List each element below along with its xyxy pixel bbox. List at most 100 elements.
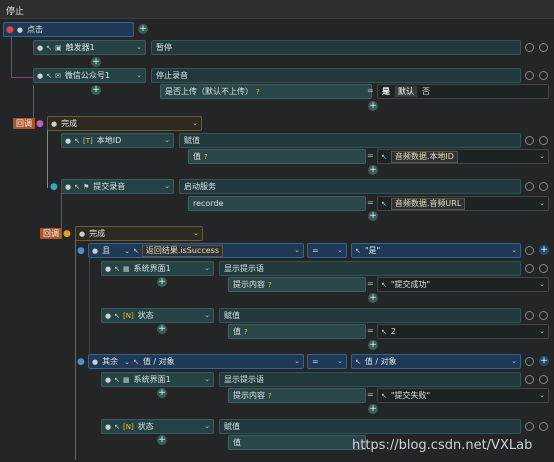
toggle-icon[interactable] bbox=[525, 246, 534, 255]
chevron-down-icon[interactable]: ⌄ bbox=[204, 311, 210, 319]
add-event-button[interactable]: + bbox=[138, 24, 148, 34]
wechat1-label: 微信公众号1 bbox=[64, 71, 110, 80]
assign2-action[interactable]: 赋值 bbox=[219, 308, 521, 323]
toggle-icon[interactable] bbox=[525, 182, 534, 191]
done2-node[interactable]: ● 完成 ⌄ bbox=[75, 226, 203, 241]
option-default[interactable]: 默认 bbox=[395, 86, 417, 97]
assign-action[interactable]: 赋值 bbox=[179, 133, 521, 148]
add-button[interactable]: + bbox=[157, 277, 167, 287]
toggle-icon[interactable] bbox=[539, 136, 548, 145]
toggle-icon[interactable] bbox=[525, 311, 534, 320]
trigger1-action[interactable]: 暂停 bbox=[151, 40, 521, 55]
recorde-input[interactable]: ↖ 音频数据.音频URL ⌄ bbox=[377, 196, 549, 211]
else-value-input[interactable]: ↖ 值 / 对象 ⌄ bbox=[351, 354, 521, 369]
wechat1-node[interactable]: ● ↖ ✉ 微信公众号1 ⌄ bbox=[33, 68, 146, 83]
add-button[interactable]: + bbox=[157, 388, 167, 398]
submit-record-label: 提交录音 bbox=[93, 182, 126, 191]
add-button[interactable]: + bbox=[157, 435, 167, 445]
assign3-action[interactable]: 赋值 bbox=[219, 419, 521, 434]
status-node[interactable]: ● ↖ [N] 状态 ⌄ bbox=[101, 308, 214, 323]
value-input[interactable]: ↖ 音频数据.本地ID ⌄ bbox=[377, 149, 549, 164]
toggle-icon[interactable] bbox=[539, 182, 548, 191]
tip-fail-input[interactable]: ↖ "提交失败" ⌄ bbox=[377, 388, 549, 403]
system-ui1-node[interactable]: ● ↖ ▦ 系统界面1 ⌄ bbox=[101, 261, 214, 276]
chevron-down-icon[interactable]: ⌄ bbox=[539, 280, 545, 288]
chevron-down-icon[interactable]: ⌄ bbox=[164, 182, 170, 190]
add-button[interactable]: + bbox=[368, 293, 378, 303]
done1-node[interactable]: ● 完成 ⌄ bbox=[47, 116, 202, 131]
else-operator-select[interactable]: = ⌄ bbox=[307, 354, 347, 369]
local-id-node[interactable]: ● ↖ [T] 本地ID ⌄ bbox=[61, 133, 174, 148]
value2-input[interactable]: ↖ 2 ⌄ bbox=[377, 324, 549, 339]
help-icon[interactable]: ? bbox=[256, 88, 260, 96]
chevron-down-icon[interactable]: ⌄ bbox=[204, 375, 210, 383]
chevron-down-icon[interactable]: ⌄ bbox=[193, 229, 199, 237]
add-condition-button[interactable]: + bbox=[539, 356, 549, 366]
chevron-down-icon[interactable]: ⌄ bbox=[192, 119, 198, 127]
toggle-icon[interactable] bbox=[525, 136, 534, 145]
chevron-down-icon[interactable]: ⌄ bbox=[511, 357, 517, 365]
chevron-down-icon[interactable]: ⌄ bbox=[337, 246, 343, 254]
chevron-down-icon[interactable]: ⌄ bbox=[204, 264, 210, 272]
chevron-down-icon[interactable]: ⌄ bbox=[136, 43, 142, 51]
chevron-down-icon[interactable]: ⌄ bbox=[539, 199, 545, 207]
show-tip2-action[interactable]: 显示提示语 bbox=[219, 372, 521, 387]
operator-select[interactable]: = ⌄ bbox=[307, 243, 347, 258]
chevron-down-icon[interactable]: ⌄ bbox=[539, 152, 545, 160]
else-operator-label: = bbox=[312, 357, 319, 366]
help-icon[interactable]: ? bbox=[244, 328, 248, 336]
toggle-icon[interactable] bbox=[525, 357, 534, 366]
tip-success-value: "提交成功" bbox=[390, 280, 431, 289]
toggle-icon[interactable] bbox=[539, 43, 548, 52]
option-yes[interactable]: 是 bbox=[378, 86, 390, 97]
toggle-icon[interactable] bbox=[525, 422, 534, 431]
toggle-icon[interactable] bbox=[525, 375, 534, 384]
help-icon[interactable]: ? bbox=[268, 281, 272, 289]
toggle-icon[interactable] bbox=[539, 71, 548, 80]
add-button[interactable]: + bbox=[157, 324, 167, 334]
chevron-down-icon[interactable]: ⌄ bbox=[539, 327, 545, 335]
show-tip-action[interactable]: 显示提示语 bbox=[219, 261, 521, 276]
help-icon[interactable]: ? bbox=[268, 392, 272, 400]
event-click-node[interactable]: ● ● 点击 bbox=[3, 22, 134, 37]
toggle-icon[interactable] bbox=[539, 311, 548, 320]
tip-content-row: 提示内容 ? bbox=[228, 277, 366, 292]
toggle-icon[interactable] bbox=[539, 375, 548, 384]
add-button[interactable]: + bbox=[91, 57, 101, 67]
add-button[interactable]: + bbox=[368, 101, 378, 111]
else-condition-node[interactable]: ● 其余 ⌄ ↖ 值 / 对象 ⌄ bbox=[88, 354, 304, 369]
trigger1-action-label: 暂停 bbox=[156, 43, 172, 52]
help-icon[interactable]: ? bbox=[204, 153, 208, 161]
upload-choice[interactable]: 是 默认 否 bbox=[377, 84, 549, 99]
add-button[interactable]: + bbox=[368, 404, 378, 414]
submit-record-node[interactable]: ● ↖ ⚑ 提交录音 ⌄ bbox=[61, 179, 174, 194]
value2-row: 值 ? bbox=[228, 324, 366, 339]
chevron-down-icon[interactable]: ⌄ bbox=[294, 357, 300, 365]
system-ui1b-node[interactable]: ● ↖ ▦ 系统界面1 ⌄ bbox=[101, 372, 214, 387]
chevron-down-icon[interactable]: ⌄ bbox=[511, 246, 517, 254]
toggle-icon[interactable] bbox=[539, 264, 548, 273]
add-condition-button[interactable]: + bbox=[539, 245, 549, 255]
add-button[interactable]: + bbox=[368, 165, 378, 175]
condition-value-input[interactable]: ↖ "是" ⌄ bbox=[351, 243, 521, 258]
chevron-down-icon[interactable]: ⌄ bbox=[164, 136, 170, 144]
trigger1-node[interactable]: ● ↖ ▣ 触发器1 ⌄ bbox=[33, 40, 146, 55]
toggle-icon[interactable] bbox=[525, 43, 534, 52]
option-no[interactable]: 否 bbox=[422, 86, 430, 97]
chevron-down-icon[interactable]: ⌄ bbox=[136, 71, 142, 79]
status2-node[interactable]: ● ↖ [N] 状态 ⌄ bbox=[101, 419, 214, 434]
add-button[interactable]: + bbox=[368, 340, 378, 350]
add-button[interactable]: + bbox=[368, 211, 378, 221]
chevron-down-icon[interactable]: ⌄ bbox=[294, 246, 300, 254]
tip-success-input[interactable]: ↖ "提交成功" ⌄ bbox=[377, 277, 549, 292]
chevron-down-icon[interactable]: ⌄ bbox=[539, 391, 545, 399]
toggle-icon[interactable] bbox=[525, 264, 534, 273]
start-service-action[interactable]: 启动服务 bbox=[179, 179, 521, 194]
if-condition-node[interactable]: ● 且 ⌄ ↖ 返回结果.isSuccess ⌄ bbox=[88, 243, 304, 258]
toggle-icon[interactable] bbox=[525, 71, 534, 80]
add-button[interactable]: + bbox=[91, 85, 101, 95]
chevron-down-icon[interactable]: ⌄ bbox=[204, 422, 210, 430]
toggle-icon[interactable] bbox=[539, 422, 548, 431]
wechat1-action[interactable]: 停止录音 bbox=[151, 68, 521, 83]
chevron-down-icon[interactable]: ⌄ bbox=[337, 357, 343, 365]
